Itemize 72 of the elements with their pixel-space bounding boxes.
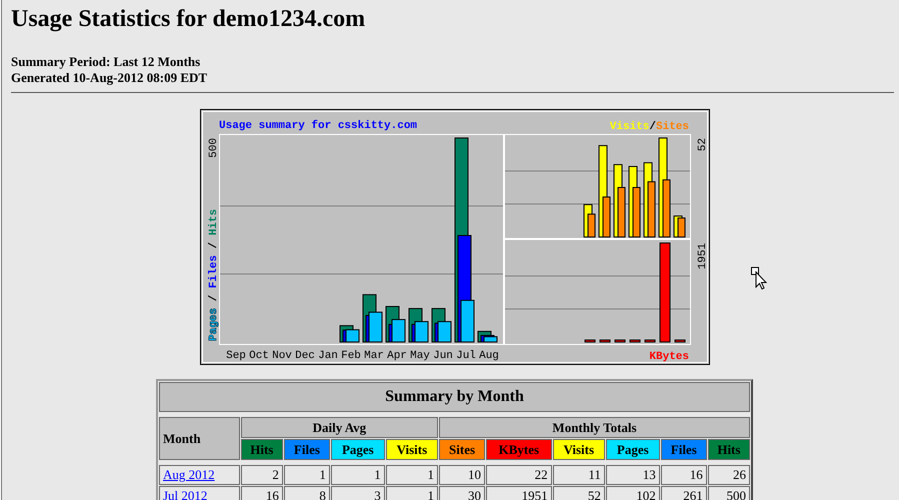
scale-max-label: 52	[696, 138, 708, 152]
column-header: Files	[660, 439, 707, 460]
month-label: Oct	[248, 350, 268, 362]
table-cell: 1951	[486, 486, 552, 500]
column-header: Files	[284, 439, 330, 460]
table-cell: 1	[386, 486, 438, 500]
table-cell: 16	[660, 465, 707, 485]
table-cell: 1	[284, 465, 330, 485]
scale-max-label: 500	[208, 138, 220, 158]
table-cell: 30	[439, 486, 486, 500]
month-label: Mar	[364, 350, 384, 362]
table-cell: 1	[330, 465, 385, 485]
legend-label: Files	[208, 255, 220, 288]
month-label: Aug	[478, 350, 498, 362]
graph-bar	[614, 340, 625, 342]
column-header: Pages	[606, 439, 660, 460]
graph-bar	[345, 329, 359, 342]
month-label: Nov	[272, 350, 292, 362]
legend-label: Hits	[208, 209, 220, 236]
table-cell: 11	[552, 465, 605, 485]
month-link[interactable]: Jul 2012	[163, 488, 208, 500]
month-label: Apr	[386, 350, 406, 362]
month-label: Jul	[456, 350, 476, 362]
column-header: Sites	[439, 439, 486, 460]
legend-separator: /	[208, 294, 220, 302]
column-header: Hits	[240, 439, 283, 460]
graph-bar	[674, 340, 685, 342]
month-label: Feb	[340, 350, 360, 362]
table-cell: 26	[708, 465, 750, 485]
legend-label: Sites	[656, 121, 689, 133]
legend-separator: /	[648, 121, 656, 133]
month-label: Dec	[294, 350, 314, 362]
table-cell: 52	[552, 486, 605, 500]
table-cell: 22	[486, 465, 552, 485]
table-cell: 8	[284, 486, 330, 500]
column-header: Hits	[708, 439, 750, 460]
column-header: Month	[159, 417, 240, 460]
graph-bar	[599, 340, 610, 342]
scale-max-label: 1951	[696, 243, 708, 270]
column-header: KBytes	[486, 439, 552, 460]
table-cell: 13	[606, 465, 660, 485]
table-cell: 10	[439, 465, 486, 485]
column-header: Visits	[386, 439, 438, 460]
month-link[interactable]: Aug 2012	[163, 467, 215, 482]
graph-bar	[629, 340, 640, 342]
table-cell: 1	[386, 465, 438, 485]
table-cell: 102	[606, 486, 660, 500]
month-label: Sep	[226, 350, 246, 362]
table-cell: 261	[660, 486, 707, 500]
table-cell: 500	[708, 486, 750, 500]
legend-label: KBytes	[648, 351, 688, 363]
group-header: Daily Avg	[240, 417, 438, 438]
month-label: May	[410, 350, 430, 362]
summary-period: Summary Period: Last 12 Months	[11, 54, 202, 70]
table-cell: 3	[330, 486, 385, 500]
graph-title: Usage summary for csskitty.com	[218, 120, 417, 132]
generated-date: Generated 10-Aug-2012 08:09 EDT	[11, 70, 208, 86]
month-label: Jan	[318, 350, 338, 362]
graph-bar	[584, 340, 595, 342]
month-label: Jun	[432, 350, 452, 362]
table-cell: 2	[240, 465, 283, 485]
group-header: Monthly Totals	[439, 417, 750, 438]
graph-bar	[644, 340, 655, 342]
table-title: Summary by Month	[159, 382, 750, 412]
legend-separator: /	[208, 242, 220, 249]
legend-label: Pages	[208, 308, 220, 341]
table-cell: 16	[240, 486, 283, 500]
column-header: Visits	[552, 439, 605, 460]
cursor-icon	[750, 266, 768, 292]
legend-label: Visits	[609, 121, 649, 133]
column-header: Pages	[330, 439, 385, 460]
page-title: Usage Statistics for demo1234.com	[11, 5, 366, 33]
